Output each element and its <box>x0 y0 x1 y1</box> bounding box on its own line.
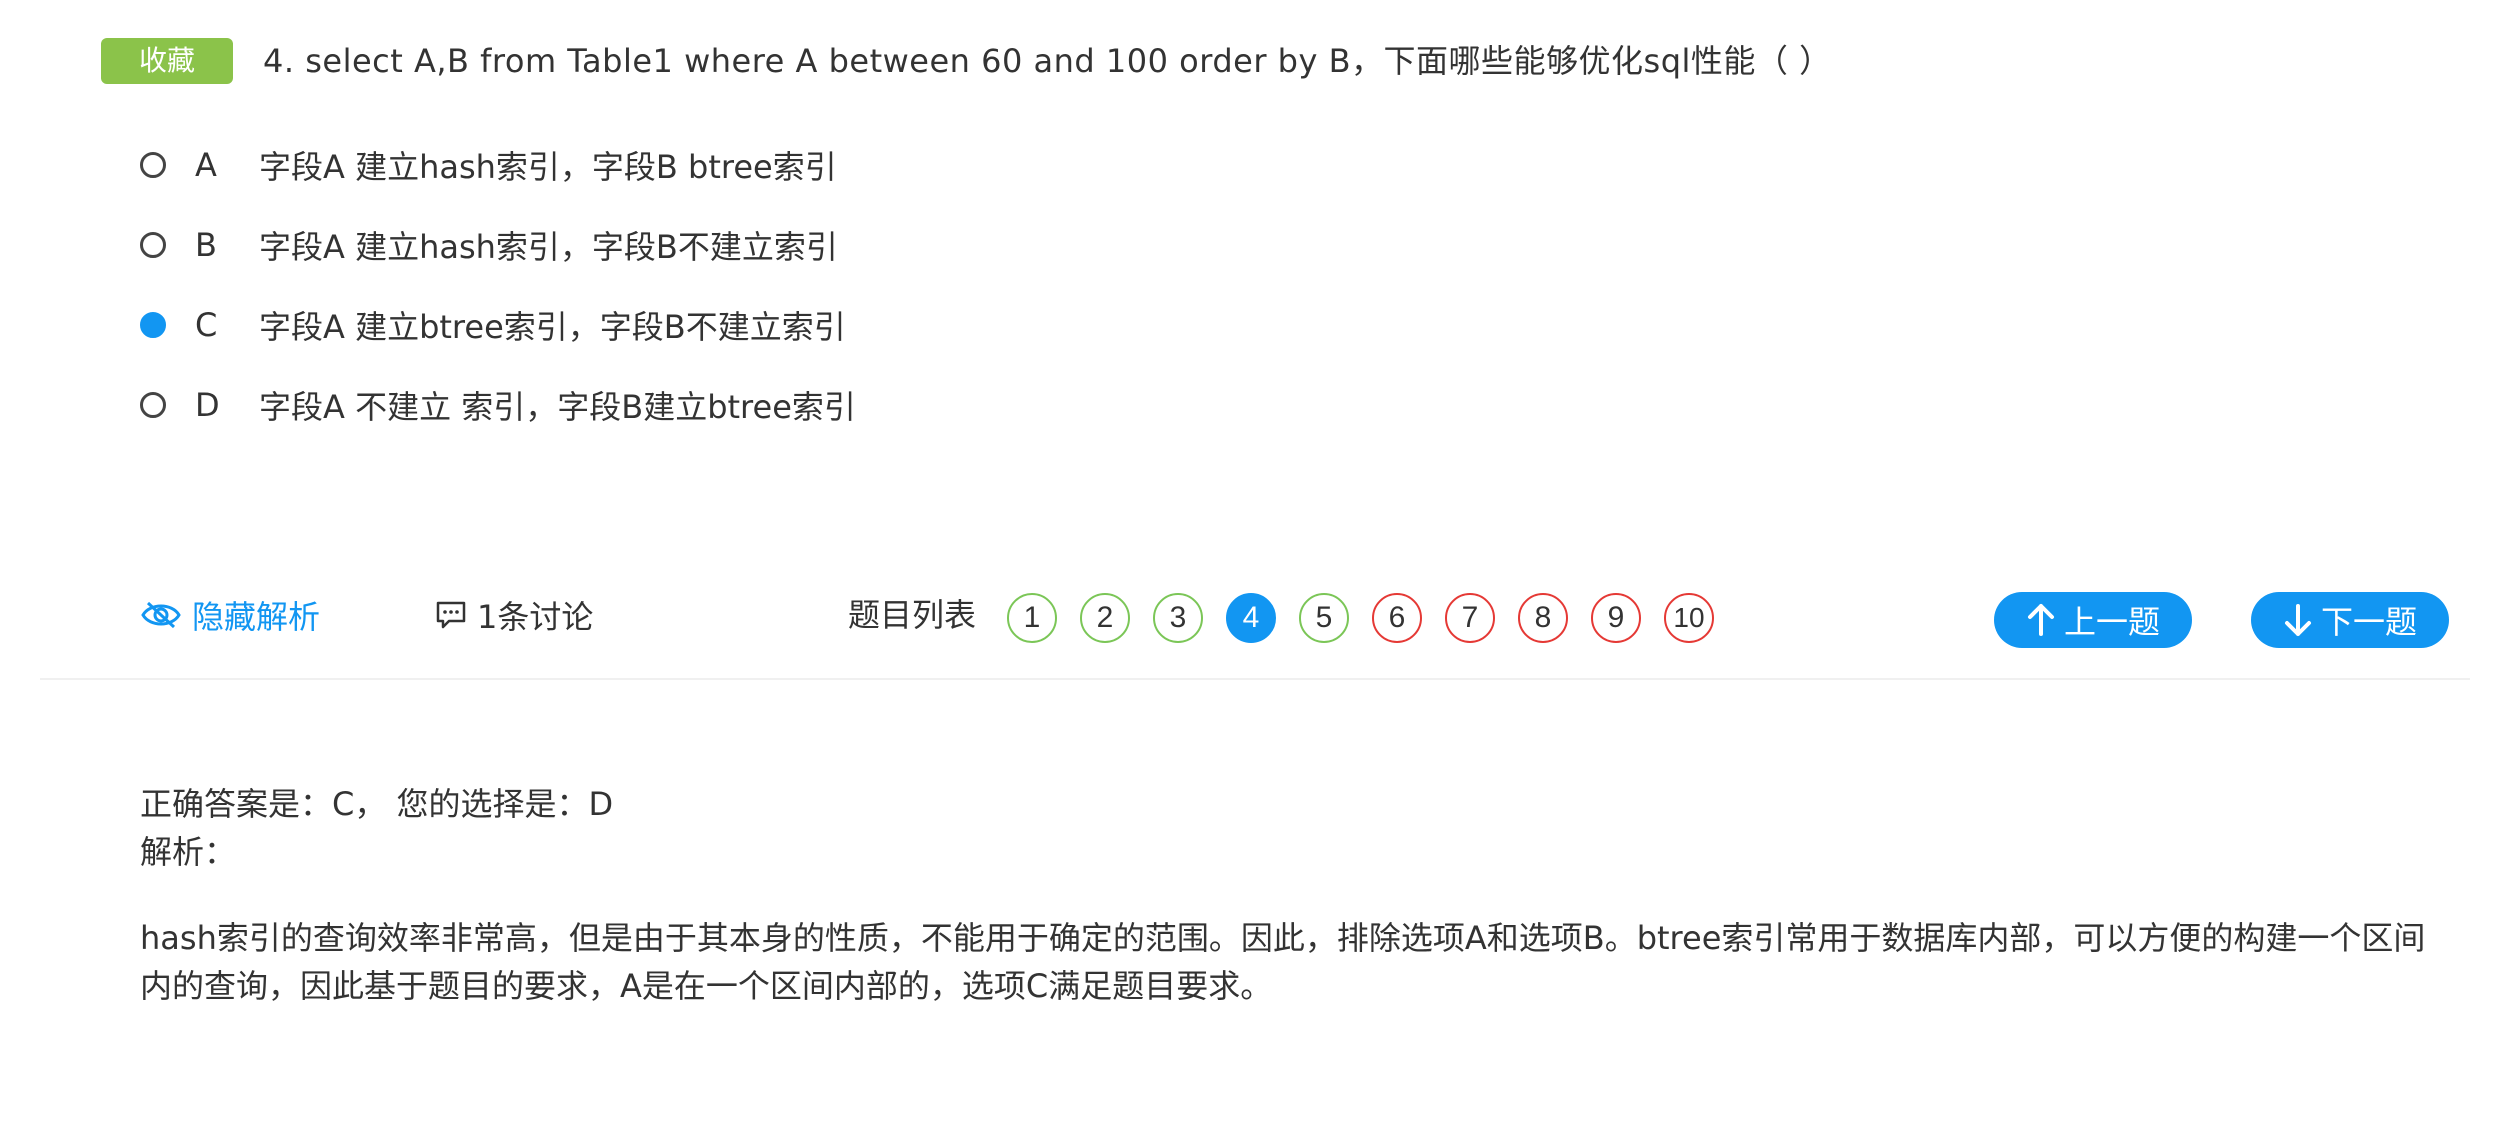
option-letter: B <box>195 226 217 264</box>
option-text: 字段A 不建立 索引，字段B建立btree索引 <box>259 388 856 426</box>
divider <box>40 678 2470 680</box>
next-question-button[interactable]: 下一题 <box>2251 592 2449 648</box>
arrow-down-icon <box>2284 604 2311 636</box>
option-b[interactable]: B 字段A 建立hash索引，字段B不建立索引 <box>140 220 838 270</box>
option-letter: A <box>195 146 217 184</box>
radio-d[interactable] <box>140 392 166 418</box>
question-number-9[interactable]: 9 <box>1591 593 1641 643</box>
question-number-5[interactable]: 5 <box>1299 593 1349 643</box>
prev-question-label: 上一题 <box>2063 603 2160 641</box>
radio-a[interactable] <box>140 152 166 178</box>
question-number-8[interactable]: 8 <box>1518 593 1568 643</box>
radio-b[interactable] <box>140 232 166 258</box>
hide-analysis-button[interactable]: 隐藏解析 <box>140 590 320 640</box>
answer-summary: 正确答案是：C， 您的选择是：D <box>140 785 614 823</box>
eye-icon <box>141 601 181 629</box>
question-text: 4. select A,B from Table1 where A betwee… <box>263 42 1832 80</box>
option-letter: C <box>195 306 218 344</box>
option-text: 字段A 建立hash索引，字段B btree索引 <box>259 148 837 186</box>
analysis-label: 解析： <box>140 833 237 871</box>
question-number-2[interactable]: 2 <box>1080 593 1130 643</box>
option-a[interactable]: A 字段A 建立hash索引，字段B btree索引 <box>140 140 837 190</box>
arrow-up-icon <box>2027 604 2054 636</box>
analysis-text: hash索引的查询效率非常高，但是由于其本身的性质，不能用于确定的范围。因此，排… <box>140 919 2426 1005</box>
discussion-link[interactable]: 1条讨论 <box>435 590 593 640</box>
option-c[interactable]: C 字段A 建立btree索引，字段B不建立索引 <box>140 300 846 350</box>
next-question-label: 下一题 <box>2320 603 2417 641</box>
favorite-button[interactable]: 收藏 <box>101 38 233 84</box>
option-text: 字段A 建立btree索引，字段B不建立索引 <box>259 308 846 346</box>
discussion-label: 1条讨论 <box>477 598 594 636</box>
prev-question-button[interactable]: 上一题 <box>1994 592 2192 648</box>
question-list-label: 题目列表 <box>848 596 977 634</box>
option-d[interactable]: D 字段A 不建立 索引，字段B建立btree索引 <box>140 380 856 430</box>
option-letter: D <box>195 386 220 424</box>
question-number-3[interactable]: 3 <box>1153 593 1203 643</box>
question-number-7[interactable]: 7 <box>1445 593 1495 643</box>
question-number-4[interactable]: 4 <box>1226 593 1276 643</box>
hide-analysis-label: 隐藏解析 <box>192 598 321 636</box>
option-text: 字段A 建立hash索引，字段B不建立索引 <box>259 228 838 266</box>
question-number-10[interactable]: 10 <box>1664 593 1714 643</box>
radio-c[interactable] <box>140 312 166 338</box>
question-number-1[interactable]: 1 <box>1007 593 1057 643</box>
question-number-6[interactable]: 6 <box>1372 593 1422 643</box>
comment-icon <box>436 601 466 629</box>
